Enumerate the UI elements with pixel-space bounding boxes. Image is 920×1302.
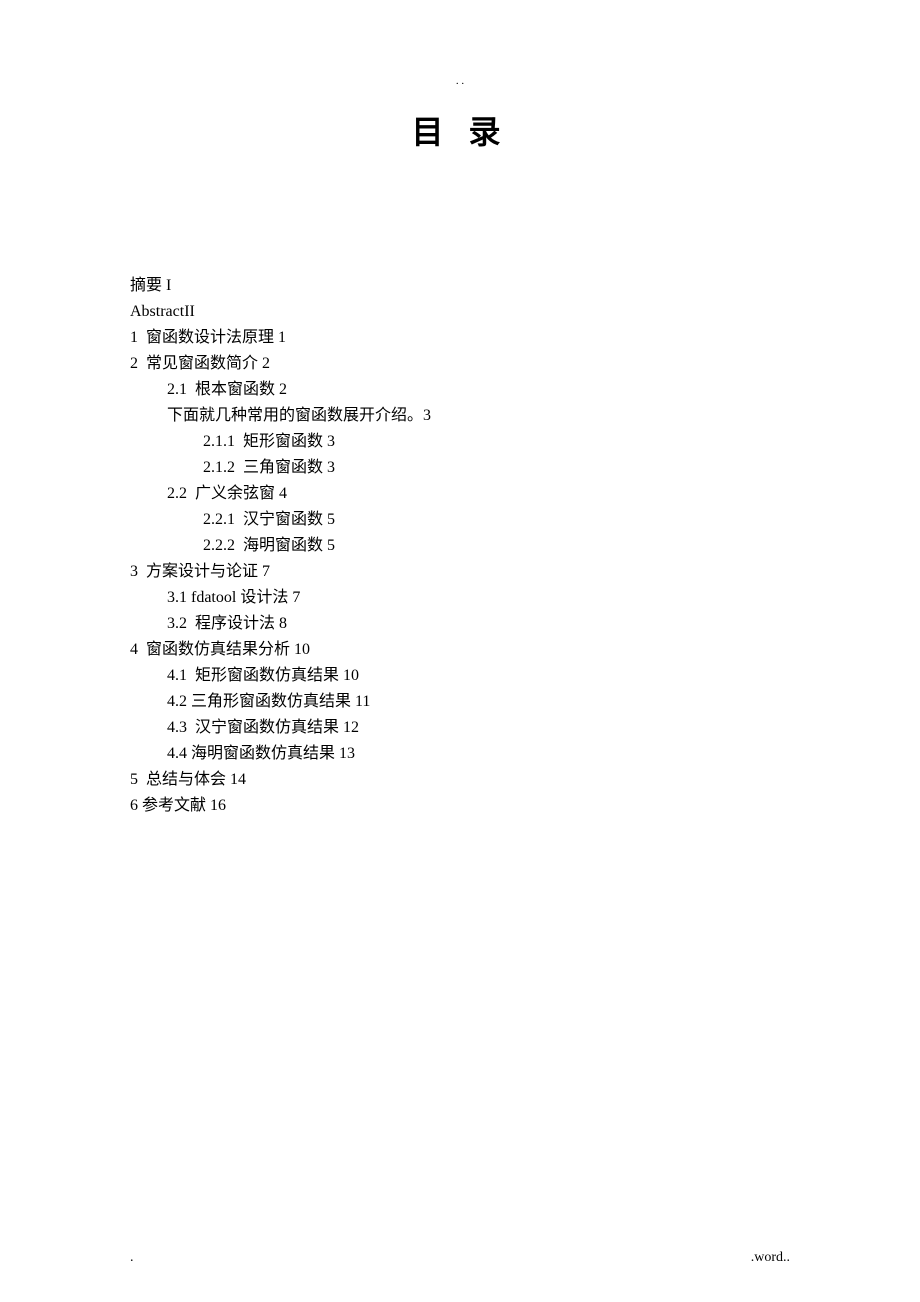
toc-entry: AbstractII <box>130 299 790 325</box>
toc-entry: 4.3 汉宁窗函数仿真结果 12 <box>130 715 790 741</box>
toc-entry: 3.2 程序设计法 8 <box>130 611 790 637</box>
toc-entry: 4.4 海明窗函数仿真结果 13 <box>130 741 790 767</box>
toc-entry: 4 窗函数仿真结果分析 10 <box>130 637 790 663</box>
page-title: 目 录 <box>130 107 790 153</box>
toc-entry: 5 总结与体会 14 <box>130 767 790 793</box>
toc-entry: 1 窗函数设计法原理 1 <box>130 325 790 351</box>
toc-entry: 2.1.2 三角窗函数 3 <box>130 455 790 481</box>
page-footer: . .word.. <box>130 1250 790 1266</box>
toc-entry: 2.2.1 汉宁窗函数 5 <box>130 507 790 533</box>
toc-entry: 下面就几种常用的窗函数展开介绍。3 <box>130 403 790 429</box>
header-dots: . . <box>130 80 790 82</box>
document-page: . . 目 录 摘要 IAbstractII1 窗函数设计法原理 12 常见窗函… <box>0 0 920 859</box>
toc-entry: 2 常见窗函数简介 2 <box>130 351 790 377</box>
toc-entry: 2.1 根本窗函数 2 <box>130 377 790 403</box>
toc-entry: 4.2 三角形窗函数仿真结果 11 <box>130 689 790 715</box>
toc-entry: 2.2.2 海明窗函数 5 <box>130 533 790 559</box>
toc-entry: 6 参考文献 16 <box>130 793 790 819</box>
footer-left: . <box>130 1250 134 1266</box>
footer-right: .word.. <box>751 1250 790 1266</box>
toc-entry: 2.1.1 矩形窗函数 3 <box>130 429 790 455</box>
toc-entry: 3.1 fdatool 设计法 7 <box>130 585 790 611</box>
toc-entry: 摘要 I <box>130 273 790 299</box>
table-of-contents: 摘要 IAbstractII1 窗函数设计法原理 12 常见窗函数简介 22.1… <box>130 273 790 819</box>
toc-entry: 2.2 广义余弦窗 4 <box>130 481 790 507</box>
toc-entry: 4.1 矩形窗函数仿真结果 10 <box>130 663 790 689</box>
toc-entry: 3 方案设计与论证 7 <box>130 559 790 585</box>
